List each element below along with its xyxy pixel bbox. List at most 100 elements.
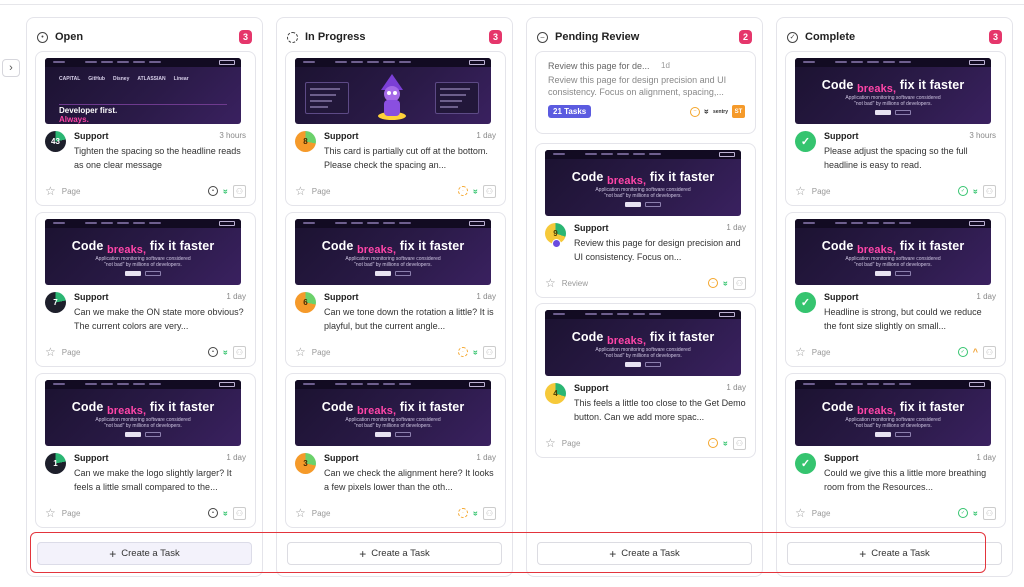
status-icon[interactable]: · xyxy=(457,186,468,196)
star-icon[interactable]: ☆ xyxy=(545,437,556,449)
priority-up-icon[interactable]: ^ xyxy=(973,347,978,357)
tasks-count-badge[interactable]: 21 Tasks xyxy=(548,105,592,118)
priority-down-icon[interactable]: » xyxy=(702,109,712,114)
star-icon[interactable]: ☆ xyxy=(295,346,306,358)
assignee-icon[interactable]: ⚇ xyxy=(483,345,496,359)
task-description[interactable]: Can we check the alignment here? It look… xyxy=(324,467,496,494)
task-card[interactable]: Code breaks, fix it faster Application mo… xyxy=(35,373,256,528)
priority-down-icon[interactable]: » xyxy=(221,510,231,515)
task-description[interactable]: Could we give this a little more breathi… xyxy=(824,467,996,494)
card-thumbnail[interactable]: Code breaks, fix it faster Application mo… xyxy=(795,58,991,124)
card-thumbnail[interactable]: Code breaks, fix it faster Application mo… xyxy=(545,150,741,216)
assignee-icon[interactable]: ⚇ xyxy=(983,506,996,520)
column-pending-review: – Pending Review 2 Review this page for de.… xyxy=(526,17,763,577)
task-card[interactable]: Code breaks, fix it faster Application mo… xyxy=(285,212,506,367)
star-icon[interactable]: ☆ xyxy=(795,185,806,197)
assignee-icon[interactable]: ⚇ xyxy=(233,345,246,359)
task-description[interactable]: This card is partially cut off at the bo… xyxy=(324,145,496,172)
create-task-button[interactable]: + Create a Task xyxy=(787,542,1002,565)
task-type: Page xyxy=(811,186,831,196)
create-task-button[interactable]: + Create a Task xyxy=(37,542,252,565)
task-card[interactable]: 8 Support 1 day This card is partially cut … xyxy=(285,51,506,206)
task-card[interactable]: Code breaks, fix it faster Application mo… xyxy=(785,51,1006,206)
status-icon[interactable]: – xyxy=(707,278,718,288)
status-icon[interactable]: · xyxy=(457,508,468,518)
task-description[interactable]: Can we make the logo slightly larger? It… xyxy=(74,467,246,494)
status-icon[interactable]: ✓ xyxy=(957,347,968,357)
card-thumbnail[interactable]: Code breaks, fix it faster Application mo… xyxy=(545,310,741,376)
star-icon[interactable]: ☆ xyxy=(45,507,56,519)
task-number-avatar: 6 xyxy=(295,292,316,313)
task-description[interactable]: Please adjust the spacing so the full he… xyxy=(824,145,996,172)
status-icon[interactable]: • xyxy=(207,186,218,196)
thumbnail-nav xyxy=(545,150,741,159)
card-thumbnail[interactable]: Code breaks, fix it faster Application mo… xyxy=(45,219,241,285)
card-thumbnail[interactable]: Code breaks, fix it faster Application mo… xyxy=(295,219,491,285)
star-icon[interactable]: ☆ xyxy=(545,277,556,289)
status-icon[interactable]: – xyxy=(707,438,718,448)
status-icon[interactable]: • xyxy=(207,347,218,357)
status-icon[interactable]: · xyxy=(457,347,468,357)
assignee-icon[interactable]: ⚇ xyxy=(483,184,496,198)
task-description[interactable]: This feels a little too close to the Get… xyxy=(574,397,746,424)
task-description[interactable]: Can we tone down the rotation a little? … xyxy=(324,306,496,333)
priority-down-icon[interactable]: » xyxy=(721,280,731,285)
priority-down-icon[interactable]: » xyxy=(221,188,231,193)
priority-down-icon[interactable]: » xyxy=(471,510,481,515)
task-card[interactable]: Code breaks, fix it faster Application mo… xyxy=(35,212,256,367)
priority-down-icon[interactable]: » xyxy=(471,349,481,354)
assignee-icon[interactable]: ⚇ xyxy=(733,436,746,450)
card-thumbnail[interactable]: Code breaks, fix it faster Application mo… xyxy=(45,380,241,446)
card-footer: ☆ Review –» ⚇ xyxy=(545,276,746,290)
status-icon[interactable]: • xyxy=(207,508,218,518)
task-description[interactable]: Review this page for design precision an… xyxy=(574,237,746,264)
task-card[interactable]: CAPITAL GitHub Disney ATLASSIAN Linear Develo… xyxy=(35,51,256,206)
card-thumbnail[interactable]: Code breaks, fix it faster Application mo… xyxy=(795,380,991,446)
card-actions: ·» ⚇ xyxy=(457,345,496,359)
create-task-button[interactable]: + Create a Task xyxy=(537,542,752,565)
card-thumbnail[interactable]: Code breaks, fix it faster Application mo… xyxy=(295,380,491,446)
priority-down-icon[interactable]: » xyxy=(971,510,981,515)
assignee-icon[interactable]: ⚇ xyxy=(733,276,746,290)
assignee-icon[interactable]: ⚇ xyxy=(983,184,996,198)
assignee-icon[interactable]: ⚇ xyxy=(483,506,496,520)
card-thumbnail[interactable]: CAPITAL GitHub Disney ATLASSIAN Linear Develo… xyxy=(45,58,241,124)
task-card[interactable]: Code breaks, fix it faster Application mo… xyxy=(785,212,1006,367)
expand-sidebar-button[interactable]: › xyxy=(2,59,20,77)
priority-down-icon[interactable]: » xyxy=(721,440,731,445)
task-description[interactable]: Tighten the spacing so the headline read… xyxy=(74,145,246,172)
star-icon[interactable]: ☆ xyxy=(295,507,306,519)
star-icon[interactable]: ☆ xyxy=(295,185,306,197)
priority-down-icon[interactable]: » xyxy=(471,188,481,193)
task-card[interactable]: Code breaks, fix it faster Application mo… xyxy=(535,303,756,458)
priority-down-icon[interactable]: » xyxy=(971,188,981,193)
assignee-icon[interactable]: ⚇ xyxy=(233,184,246,198)
assignee-avatar[interactable]: ST xyxy=(732,105,745,118)
thumbnail-buttons xyxy=(45,432,241,437)
status-icon[interactable]: ✓ xyxy=(957,508,968,518)
star-icon[interactable]: ☆ xyxy=(45,346,56,358)
task-card[interactable]: Code breaks, fix it faster Application mo… xyxy=(285,373,506,528)
assignee-icon[interactable]: ⚇ xyxy=(233,506,246,520)
thumbnail-headline: Code breaks, fix it faster xyxy=(571,170,715,187)
create-task-label: Create a Task xyxy=(121,548,180,559)
card-thumbnail[interactable] xyxy=(295,58,491,124)
priority-down-icon[interactable]: » xyxy=(221,349,231,354)
thumbnail-subtext: Application monitoring software consider… xyxy=(845,417,941,429)
star-icon[interactable]: ☆ xyxy=(795,507,806,519)
status-icon[interactable]: ✓ xyxy=(957,186,968,196)
card-thumbnail[interactable]: Code breaks, fix it faster Application mo… xyxy=(795,219,991,285)
status-icon[interactable]: – xyxy=(689,106,700,117)
review-card[interactable]: Review this page for de... 1d Review this … xyxy=(535,51,756,134)
task-description[interactable]: Can we make the ON state more obvious? T… xyxy=(74,306,246,333)
star-icon[interactable]: ☆ xyxy=(795,346,806,358)
task-description[interactable]: Headline is strong, but could we reduce … xyxy=(824,306,996,333)
task-card[interactable]: Code breaks, fix it faster Application mo… xyxy=(785,373,1006,528)
star-icon[interactable]: ☆ xyxy=(45,185,56,197)
assignee-icon[interactable]: ⚇ xyxy=(983,345,996,359)
top-divider xyxy=(0,4,1024,5)
create-task-button[interactable]: + Create a Task xyxy=(287,542,502,565)
card-footer: ☆ Page •» ⚇ xyxy=(45,345,246,359)
task-card[interactable]: Code breaks, fix it faster Application mo… xyxy=(535,143,756,298)
card-meta: ✓ Support 3 hours Please adjust the spacing… xyxy=(795,131,996,183)
